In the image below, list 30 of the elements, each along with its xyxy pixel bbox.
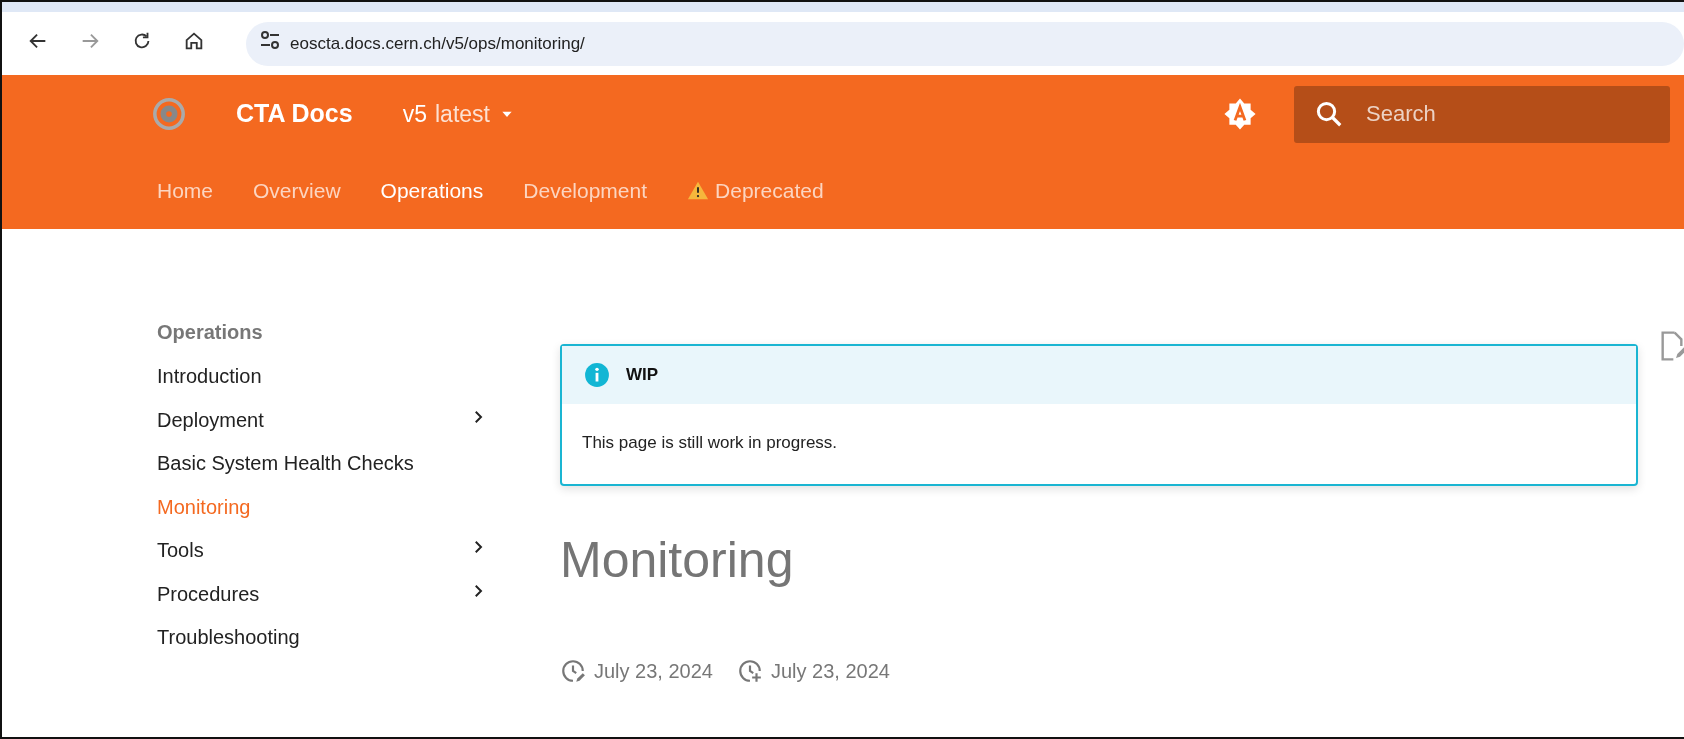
- date-text: July 23, 2024: [771, 658, 890, 684]
- site-title[interactable]: CTA Docs: [236, 95, 353, 133]
- address-bar[interactable]: eoscta.docs.cern.ch/v5/ops/monitoring/: [246, 21, 1684, 66]
- callout-text: This page is still work in progress.: [581, 432, 839, 454]
- logo-icon: [152, 97, 186, 131]
- search-field[interactable]: Search: [1294, 85, 1670, 143]
- sidebar-item[interactable]: Introduction: [157, 361, 487, 405]
- sidebar-item[interactable]: Deployment: [157, 404, 487, 448]
- sidebar-item[interactable]: Monitoring: [157, 491, 487, 535]
- clock-plus-icon: [737, 657, 763, 684]
- site-settings-icon[interactable]: [258, 28, 282, 52]
- version-selector[interactable]: v5 latest: [396, 95, 520, 133]
- callout-title: WIP: [626, 364, 659, 387]
- warning-icon: [687, 180, 710, 202]
- info-icon: [584, 362, 610, 388]
- sidebar-item[interactable]: Troubleshooting: [157, 622, 487, 666]
- url-text: eoscta.docs.cern.ch/v5/ops/monitoring/: [290, 32, 585, 55]
- nav-tab[interactable]: Overview: [253, 175, 341, 207]
- sidebar-item[interactable]: Basic System Health Checks: [157, 448, 487, 492]
- clock-edit-icon: [560, 657, 586, 684]
- nav-tab[interactable]: Operations: [380, 175, 484, 207]
- theme-toggle[interactable]: [1222, 96, 1258, 132]
- nav-tab[interactable]: Deprecated: [687, 175, 824, 207]
- sidebar-item[interactable]: Procedures: [157, 578, 487, 622]
- nav-tab[interactable]: Home: [157, 175, 214, 207]
- sidebar-item[interactable]: Tools: [157, 535, 487, 579]
- date-text: July 23, 2024: [594, 658, 713, 684]
- sidebar-heading: Operations: [157, 320, 264, 345]
- page-title: Monitoring: [560, 530, 795, 590]
- nav-tab[interactable]: Development: [523, 175, 648, 207]
